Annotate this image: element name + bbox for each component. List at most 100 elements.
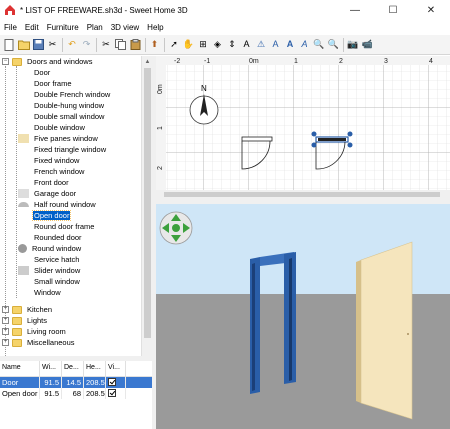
folder-icon (12, 338, 22, 347)
toolbar: ✂ ↶ ↷ ✂ ⬆ ➚ ✋ ⊞ ◈ ⇕ A ⚠ A A A 🔍 🔍 📷 📹 (0, 35, 450, 55)
create-photo-icon[interactable]: 📷 (347, 39, 359, 51)
category-label: Doors and windows (27, 57, 93, 66)
catalog-item[interactable]: Front door (18, 177, 70, 188)
ruler-x-tick: 0m (249, 58, 259, 65)
column-header-depth[interactable]: De... (62, 361, 84, 376)
plan-view[interactable]: -2 -1 0m 1 2 3 4 0m 1 2 N (156, 56, 450, 199)
window-icon (18, 123, 29, 132)
category-miscellaneous[interactable]: + Miscellaneous (0, 337, 76, 348)
visible-checkbox[interactable] (108, 378, 116, 386)
window-icon (18, 134, 29, 143)
menu-furniture[interactable]: Furniture (43, 23, 83, 32)
visible-checkbox[interactable] (108, 389, 116, 397)
collapse-toggle[interactable]: − (2, 58, 9, 65)
catalog-item[interactable]: Double small window (18, 111, 105, 122)
expand-toggle[interactable]: + (2, 306, 9, 313)
create-dimensions-icon[interactable]: ⇕ (226, 39, 238, 51)
catalog-item-selected[interactable]: Open door (18, 210, 72, 221)
bold-icon[interactable]: A (284, 39, 296, 51)
column-header-height[interactable]: He... (84, 361, 106, 376)
menu-plan[interactable]: Plan (83, 23, 107, 32)
catalog-item[interactable]: Five panes window (18, 133, 99, 144)
redo-icon[interactable]: ↷ (81, 39, 93, 51)
catalog-item[interactable]: Double French window (18, 89, 111, 100)
add-furniture-icon[interactable]: ⬆ (149, 39, 161, 51)
cut2-icon[interactable]: ✂ (100, 39, 112, 51)
catalog-item[interactable]: Fixed window (18, 155, 80, 166)
column-header-width[interactable]: Wi... (40, 361, 62, 376)
catalog-item[interactable]: Round door frame (18, 221, 95, 232)
category-doors-and-windows[interactable]: − Doors and windows (0, 56, 93, 67)
3d-view[interactable] (156, 204, 450, 429)
ruler-x-tick: 4 (429, 58, 433, 65)
zoom-out-icon[interactable]: 🔍 (328, 39, 340, 51)
select-icon[interactable]: ➚ (168, 39, 180, 51)
3d-open-door[interactable] (250, 252, 296, 394)
3d-door-panel[interactable] (356, 241, 413, 420)
create-rooms-icon[interactable]: ◈ (212, 39, 224, 51)
menu-3d-view[interactable]: 3D view (107, 23, 143, 32)
paste-icon[interactable] (129, 39, 141, 51)
decrease-text-icon[interactable]: A (270, 39, 282, 51)
catalog-item[interactable]: Rounded door (18, 232, 83, 243)
window-icon (18, 145, 29, 154)
category-kitchen[interactable]: + Kitchen (0, 304, 53, 315)
expand-toggle[interactable]: + (2, 328, 9, 335)
catalog-item[interactable]: Half round window (18, 199, 97, 210)
expand-toggle[interactable]: + (2, 339, 9, 346)
catalog-item[interactable]: Round window (18, 243, 82, 254)
table-row[interactable]: Open door 91.5 68 208.5 (0, 388, 152, 399)
catalog-item[interactable]: Door (18, 67, 51, 78)
new-icon[interactable] (3, 38, 15, 51)
pan-icon[interactable]: ✋ (183, 39, 195, 51)
catalog-item[interactable]: Service hatch (18, 254, 80, 265)
window-icon (18, 101, 29, 110)
plan-scrollbar[interactable] (156, 190, 450, 199)
catalog-item[interactable]: French window (18, 166, 85, 177)
catalog-item[interactable]: Small window (18, 276, 81, 287)
category-living-room[interactable]: + Living room (0, 326, 67, 337)
3d-navigation-arrows[interactable] (159, 211, 193, 245)
minimize-button[interactable]: — (336, 0, 374, 20)
catalog-item[interactable]: Fixed triangle window (18, 144, 107, 155)
create-walls-icon[interactable]: ⊞ (197, 39, 209, 51)
window-icon (18, 156, 29, 165)
catalog-item[interactable]: Door frame (18, 78, 73, 89)
cell-visible (106, 377, 126, 388)
category-lights[interactable]: + Lights (0, 315, 48, 326)
door-icon (18, 68, 29, 77)
menu-edit[interactable]: Edit (21, 23, 43, 32)
item-label: Service hatch (34, 255, 80, 264)
close-button[interactable]: ✕ (412, 0, 450, 20)
catalog-item[interactable]: Double-hung window (18, 100, 105, 111)
expand-toggle[interactable]: + (2, 317, 9, 324)
menu-file[interactable]: File (0, 23, 21, 32)
catalog-item[interactable]: Slider window (18, 265, 81, 276)
catalog-item[interactable]: Window (18, 287, 62, 298)
category-label: Lights (27, 316, 48, 325)
catalog-item[interactable]: Double window (18, 122, 86, 133)
undo-icon[interactable]: ↶ (66, 39, 78, 51)
scroll-thumb[interactable] (144, 68, 151, 338)
catalog-scrollbar[interactable]: ▲ (141, 56, 152, 356)
copy-icon[interactable] (115, 39, 127, 51)
create-video-icon[interactable]: 📹 (362, 39, 374, 51)
create-labels-icon[interactable]: A (241, 39, 253, 51)
save-icon[interactable] (32, 39, 44, 51)
door-frame-icon (18, 222, 29, 231)
italic-icon[interactable]: A (299, 39, 311, 51)
maximize-button[interactable]: ☐ (374, 0, 412, 20)
zoom-in-icon[interactable]: 🔍 (313, 39, 325, 51)
menu-help[interactable]: Help (143, 23, 167, 32)
column-header-visible[interactable]: Vi... (106, 361, 126, 376)
folder-icon (12, 305, 22, 314)
open-icon[interactable] (17, 39, 30, 51)
table-row[interactable]: Door 91.5 14.5 208.5 (0, 377, 152, 388)
scroll-thumb[interactable] (164, 192, 440, 197)
cut-icon[interactable]: ✂ (47, 39, 59, 51)
increase-text-icon[interactable]: ⚠ (255, 39, 267, 51)
catalog-item[interactable]: Garage door (18, 188, 77, 199)
column-header-name[interactable]: Name (0, 361, 40, 376)
item-label: Double small window (34, 112, 105, 121)
item-label: Slider window (34, 266, 81, 275)
